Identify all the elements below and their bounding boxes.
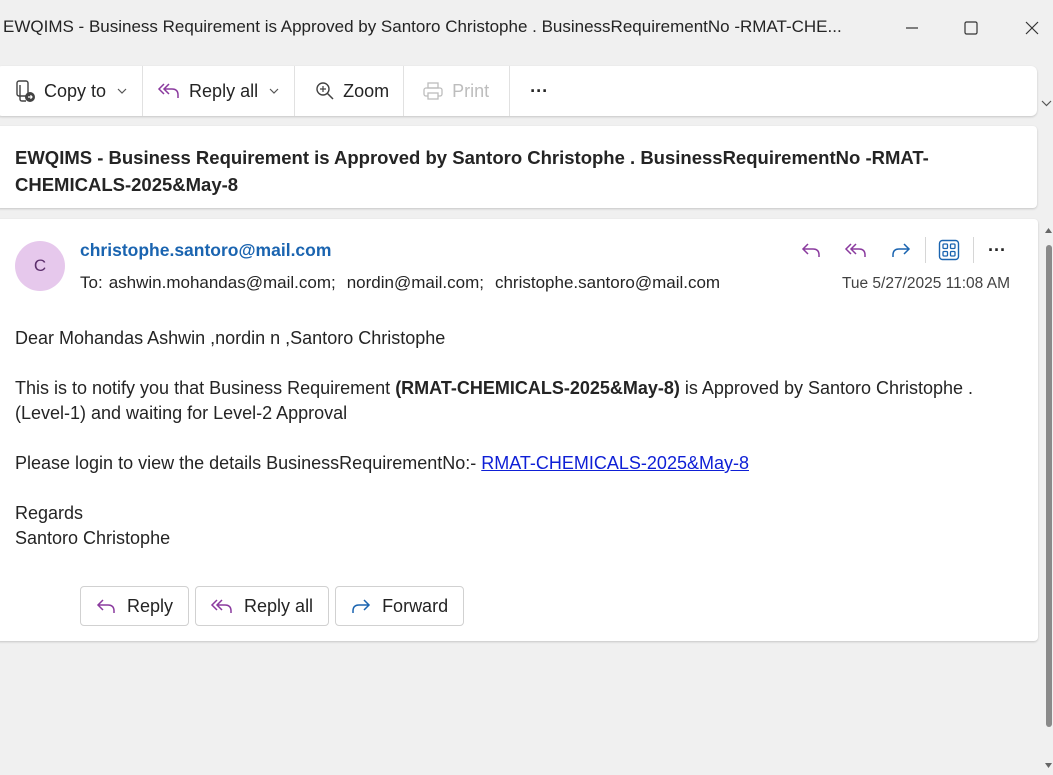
- reply-all-label: Reply all: [244, 595, 314, 616]
- copy-to-button[interactable]: Copy to: [0, 66, 142, 116]
- actions-divider: [973, 237, 974, 263]
- maximize-button[interactable]: [957, 14, 985, 42]
- reply-all-icon-button[interactable]: [841, 235, 871, 265]
- apps-icon: [938, 239, 960, 261]
- reply-all-toolbar-label: Reply all: [189, 80, 259, 101]
- greeting: Dear Mohandas Ashwin ,nordin n ,Santoro …: [15, 328, 446, 348]
- message-card: C christophe.santoro@mail.com ··· To: as…: [0, 219, 1038, 641]
- apps-icon-button[interactable]: [934, 235, 964, 265]
- zoom-label: Zoom: [343, 80, 390, 101]
- recipients-line: To: ashwin.mohandas@mail.com; nordin@mail.…: [80, 273, 725, 293]
- notify-suffix: is Approved by Santoro Christophe .: [679, 378, 974, 398]
- requirement-link[interactable]: RMAT-CHEMICALS-2025&May-8: [481, 453, 749, 473]
- zoom-button[interactable]: Zoom: [295, 66, 403, 116]
- more-actions-button[interactable]: ···: [982, 235, 1012, 265]
- more-icon: ···: [530, 80, 549, 101]
- reply-label: Reply: [127, 595, 174, 616]
- avatar[interactable]: C: [15, 241, 65, 291]
- scroll-down-arrow-icon[interactable]: [1045, 763, 1052, 769]
- scroll-thumb[interactable]: [1046, 245, 1052, 727]
- forward-icon-button[interactable]: [886, 235, 916, 265]
- reply-icon-button[interactable]: [796, 235, 826, 265]
- message-actions: ···: [796, 235, 1027, 265]
- received-date: Tue 5/27/2025 11:08 AM: [841, 275, 1010, 292]
- reply-all-icon: [210, 599, 232, 613]
- actions-divider: [925, 237, 926, 263]
- login-paragraph: Please login to view the details Busines…: [15, 451, 1025, 476]
- ribbon-collapse-chevron-icon[interactable]: [1040, 96, 1053, 110]
- copy-to-label: Copy to: [44, 80, 107, 101]
- printer-icon: [423, 82, 443, 100]
- minimize-button[interactable]: [898, 14, 926, 42]
- maximize-icon: [964, 21, 978, 35]
- forward-icon: [892, 243, 911, 257]
- notify-prefix: This is to notify you that Business Requ…: [15, 378, 396, 398]
- reply-icon: [801, 243, 820, 257]
- to-label: To:: [80, 273, 103, 292]
- recipient[interactable]: ashwin.mohandas@mail.com;: [109, 273, 336, 292]
- reply-all-icon: [844, 243, 866, 257]
- minimize-icon: [906, 27, 918, 29]
- close-icon: [1025, 21, 1039, 35]
- zoom-icon: [316, 82, 334, 100]
- title-bar: EWQIMS - Business Requirement is Approve…: [0, 0, 1053, 56]
- reply-all-icon: [157, 83, 179, 98]
- chevron-down-icon: [269, 88, 279, 94]
- reply-all-button[interactable]: Reply all: [195, 586, 330, 626]
- bottom-actions: Reply Reply all Forward: [80, 586, 465, 626]
- signature: Santoro Christophe: [15, 528, 171, 548]
- more-icon: ···: [988, 239, 1006, 260]
- email-subject: EWQIMS - Business Requirement is Approve…: [15, 147, 929, 195]
- print-label: Print: [452, 80, 490, 101]
- recipient[interactable]: christophe.santoro@mail.com: [495, 273, 720, 292]
- reply-all-toolbar-button[interactable]: Reply all: [143, 66, 294, 116]
- reply-icon: [96, 599, 115, 613]
- forward-button[interactable]: Forward: [335, 586, 465, 626]
- sender-email[interactable]: christophe.santoro@mail.com: [80, 240, 331, 261]
- more-options-button[interactable]: ···: [510, 66, 562, 116]
- copy-icon: [16, 80, 35, 102]
- vertical-scrollbar[interactable]: [1044, 219, 1053, 775]
- forward-icon: [352, 599, 371, 613]
- chevron-down-icon: [117, 88, 127, 94]
- close-button[interactable]: [1018, 14, 1046, 42]
- recipient[interactable]: nordin@mail.com;: [347, 273, 484, 292]
- subject-header: EWQIMS - Business Requirement is Approve…: [0, 126, 1037, 208]
- regards: Regards: [15, 503, 84, 523]
- message-body: Dear Mohandas Ashwin ,nordin n ,Santoro …: [15, 326, 1025, 551]
- notify-line2: (Level-1) and waiting for Level-2 Approv…: [15, 403, 348, 423]
- print-button[interactable]: Print: [404, 66, 509, 116]
- toolbar: Copy to Reply all Zoom Print ···: [0, 66, 1037, 116]
- scroll-up-arrow-icon[interactable]: [1045, 227, 1052, 233]
- requirement-id-bold: (RMAT-CHEMICALS-2025&May-8): [395, 378, 680, 398]
- window-title: EWQIMS - Business Requirement is Approve…: [3, 17, 842, 36]
- reply-button[interactable]: Reply: [80, 586, 190, 626]
- login-prefix: Please login to view the details Busines…: [15, 453, 482, 473]
- notify-paragraph: This is to notify you that Business Requ…: [15, 376, 1025, 401]
- forward-label: Forward: [382, 595, 449, 616]
